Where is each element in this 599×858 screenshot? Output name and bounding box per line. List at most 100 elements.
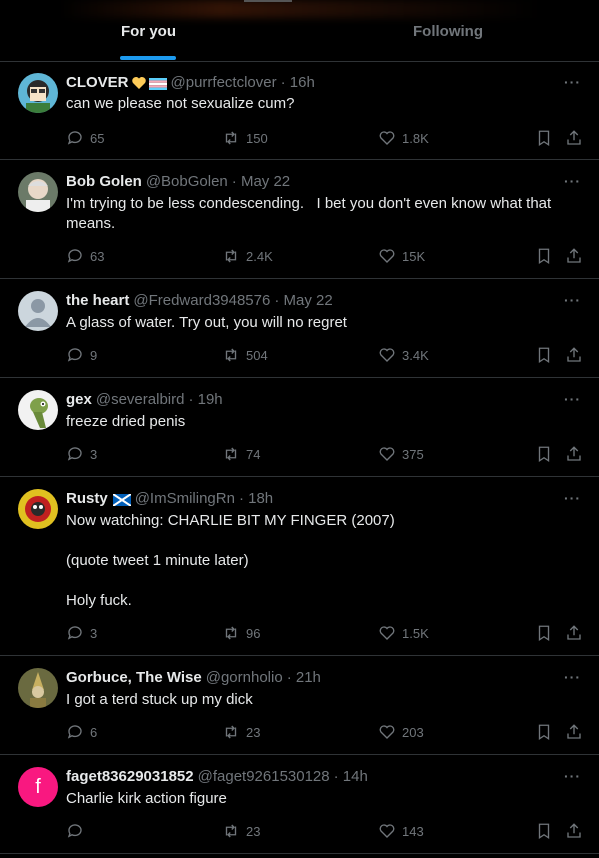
tab-for-you[interactable]: For you [0,0,297,62]
retweet-icon [225,348,237,362]
reply-button[interactable]: 63 [66,247,104,265]
retweet-button[interactable]: 150 [222,129,268,147]
retweet-count: 96 [246,625,261,641]
like-button[interactable]: 143 [378,822,424,840]
share-icon[interactable] [565,624,583,642]
display-name[interactable]: CLOVER [66,74,129,91]
timestamp[interactable]: · 18h [239,490,273,507]
timestamp[interactable]: · 21h [287,669,321,686]
like-button[interactable]: 1.8K [378,129,429,147]
reply-button[interactable]: 6 [66,723,97,741]
display-name[interactable]: faget83629031852 [66,768,194,785]
timestamp[interactable]: · May 22 [232,173,290,190]
retweet-count: 23 [246,823,261,839]
more-icon[interactable]: ··· [564,768,581,784]
bookmark-icon[interactable] [535,129,553,147]
more-icon[interactable]: ··· [564,391,581,407]
tweet-text: Now watching: CHARLIE BIT MY FINGER (200… [66,512,395,609]
heart-icon [379,626,395,640]
timestamp[interactable]: · 14h [334,768,368,785]
reply-icon [67,824,82,838]
like-button[interactable]: 15K [378,247,425,265]
avatar[interactable] [18,73,58,113]
like-button[interactable]: 375 [378,445,424,463]
bookmark-icon[interactable] [535,822,553,840]
retweet-button[interactable]: 504 [222,346,268,364]
tweet[interactable]: f faget83629031852 @faget9261530128 · 14… [0,755,599,854]
more-icon[interactable]: ··· [564,292,581,308]
share-icon[interactable] [565,445,583,463]
tweet-text: I got a terd stuck up my dick [66,691,253,708]
tweet[interactable]: CLOVER @purrfectclover · 16h ··· can we … [0,62,599,160]
handle[interactable]: @Fredward3948576 [133,292,270,309]
tweet[interactable]: gex @severalbird · 19h ··· freeze dried … [0,378,599,477]
display-name[interactable]: Gorbuce, The Wise [66,669,202,686]
avatar-letter: f [35,775,41,798]
avatar[interactable]: f [18,767,58,807]
handle[interactable]: @severalbird [96,391,185,408]
display-name[interactable]: the heart [66,292,129,309]
tweet[interactable]: Gorbuce, The Wise @gornholio · 21h ··· I… [0,656,599,755]
retweet-button[interactable]: 23 [222,822,260,840]
reply-count: 9 [90,347,98,363]
bookmark-icon[interactable] [535,346,553,364]
like-count: 1.5K [402,625,429,641]
reply-count: 3 [90,625,98,641]
bookmark-icon[interactable] [535,247,553,265]
handle[interactable]: @gornholio [206,669,283,686]
share-icon[interactable] [565,346,583,364]
heart-icon [379,725,395,739]
more-icon[interactable]: ··· [564,669,581,685]
avatar[interactable] [18,291,58,331]
share-icon[interactable] [565,723,583,741]
like-button[interactable]: 1.5K [378,624,429,642]
timestamp[interactable]: · May 22 [274,292,332,309]
retweet-count: 2.4K [246,248,273,264]
reply-button[interactable] [66,822,90,840]
display-name[interactable]: gex [66,391,92,408]
retweet-button[interactable]: 23 [222,723,260,741]
like-button[interactable]: 3.4K [378,346,429,364]
tweet[interactable]: Rusty @ImSmilingRn · 18h ··· Now watchin… [0,477,599,656]
retweet-button[interactable]: 2.4K [222,247,273,265]
reply-button[interactable]: 3 [66,445,97,463]
reply-button[interactable]: 65 [66,129,104,147]
bookmark-icon[interactable] [535,723,553,741]
share-icon[interactable] [565,247,583,265]
like-button[interactable]: 203 [378,723,424,741]
retweet-icon [225,447,237,461]
timestamp[interactable]: · 16h [281,74,315,91]
bookmark-icon[interactable] [535,445,553,463]
timeline-header: For you Following [0,0,599,62]
display-name[interactable]: Bob Golen [66,173,142,190]
more-icon[interactable]: ··· [564,74,581,90]
reply-button[interactable]: 3 [66,624,97,642]
handle[interactable]: @faget9261530128 [198,768,330,785]
avatar[interactable] [18,489,58,529]
more-icon[interactable]: ··· [564,490,581,506]
retweet-button[interactable]: 96 [222,624,260,642]
handle[interactable]: @purrfectclover [171,74,277,91]
share-icon[interactable] [565,129,583,147]
display-name[interactable]: Rusty [66,490,108,507]
tweet-header: the heart @Fredward3948576 · May 22 [66,292,333,309]
avatar[interactable] [18,390,58,430]
retweet-count: 150 [246,130,268,146]
reply-icon [67,131,82,145]
handle[interactable]: @ImSmilingRn [135,490,235,507]
retweet-icon [225,131,237,145]
heart-icon [379,824,395,838]
avatar[interactable] [18,172,58,212]
tweet[interactable]: the heart @Fredward3948576 · May 22 ··· … [0,279,599,378]
reply-button[interactable]: 9 [66,346,97,364]
share-icon[interactable] [565,822,583,840]
more-icon[interactable]: ··· [564,173,581,189]
tweet[interactable]: Bob Golen @BobGolen · May 22 ··· I'm try… [0,160,599,279]
handle[interactable]: @BobGolen [146,173,228,190]
bookmark-icon[interactable] [535,624,553,642]
avatar[interactable] [18,668,58,708]
timestamp[interactable]: · 19h [188,391,222,408]
reply-icon [67,249,82,263]
retweet-button[interactable]: 74 [222,445,260,463]
tab-following[interactable]: Following [297,0,599,62]
